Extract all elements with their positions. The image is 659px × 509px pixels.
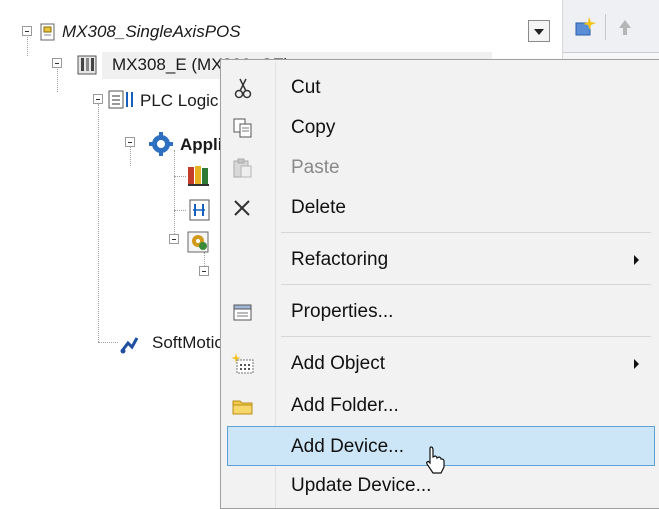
sparkle-new-icon: [575, 17, 596, 36]
plc-logic-icon: [108, 89, 133, 109]
menu-separator: [281, 284, 651, 285]
collapse-toggle[interactable]: [93, 94, 103, 104]
menu-item-label: Add Folder...: [291, 395, 399, 416]
library-manager-icon[interactable]: [186, 163, 212, 189]
menu-item-label: Update Device...: [291, 475, 432, 496]
copy-icon: [231, 117, 255, 139]
new-item-button[interactable]: [571, 16, 599, 40]
folder-icon: [231, 395, 255, 417]
tree-line: [98, 342, 118, 343]
menu-item-label: Properties...: [291, 301, 394, 322]
menu-item-label: Copy: [291, 117, 336, 138]
toolbar-divider: [605, 14, 606, 40]
collapse-toggle[interactable]: [52, 58, 62, 68]
plc-device-icon: [76, 54, 97, 75]
menu-item-add-object[interactable]: Add Object: [223, 344, 655, 384]
menu-item-properties[interactable]: Properties...: [223, 292, 655, 332]
softmotion-axis-icon: [118, 333, 140, 355]
tree-dropdown-button[interactable]: [528, 20, 550, 42]
submenu-arrow-icon: [634, 255, 639, 265]
submenu-arrow-icon: [634, 359, 639, 369]
task-configuration-icon[interactable]: [186, 229, 212, 255]
tree-line: [174, 210, 186, 211]
menu-item-label: Refactoring: [291, 249, 389, 270]
menu-separator: [281, 336, 651, 337]
properties-icon: [231, 301, 255, 323]
menu-item-cut[interactable]: Cut: [223, 68, 655, 108]
menu-item-paste[interactable]: Paste: [223, 148, 655, 188]
collapse-toggle[interactable]: [22, 26, 32, 36]
arrow-up-icon: [619, 20, 631, 35]
menu-item-add-folder[interactable]: Add Folder...: [223, 386, 655, 426]
tree-line: [174, 176, 186, 177]
move-up-button[interactable]: [613, 16, 641, 40]
dropdown-arrow-icon: [534, 29, 544, 35]
collapse-toggle[interactable]: [169, 234, 179, 244]
ladder-program-icon[interactable]: [188, 198, 212, 222]
menu-item-delete[interactable]: Delete: [223, 188, 655, 228]
collapse-toggle[interactable]: [199, 266, 209, 276]
project-root-label[interactable]: MX308_SingleAxisPOS: [62, 22, 241, 42]
menu-item-refactoring[interactable]: Refactoring: [223, 240, 655, 280]
menu-item-label: Cut: [291, 77, 321, 98]
project-icon: [38, 22, 58, 42]
menu-item-copy[interactable]: Copy: [223, 108, 655, 148]
plc-logic-label[interactable]: PLC Logic: [140, 91, 218, 111]
tree-line: [98, 104, 99, 342]
delete-x-icon: [231, 197, 255, 219]
menu-item-label: Delete: [291, 197, 346, 218]
context-menu: Cut Copy Paste Delete Refactoring Proper…: [220, 59, 659, 509]
paste-icon: [231, 157, 255, 179]
tree-line: [130, 146, 131, 166]
add-object-icon: [231, 353, 255, 375]
application-gear-icon: [148, 131, 174, 157]
menu-item-label: Add Object: [291, 353, 385, 374]
menu-item-label: Add Device...: [291, 436, 404, 457]
collapse-toggle[interactable]: [125, 137, 135, 147]
scissors-icon: [231, 77, 255, 99]
mouse-pointer-icon: [424, 445, 446, 475]
menu-item-label: Paste: [291, 157, 340, 178]
menu-separator: [281, 232, 651, 233]
tree-line: [174, 150, 175, 240]
